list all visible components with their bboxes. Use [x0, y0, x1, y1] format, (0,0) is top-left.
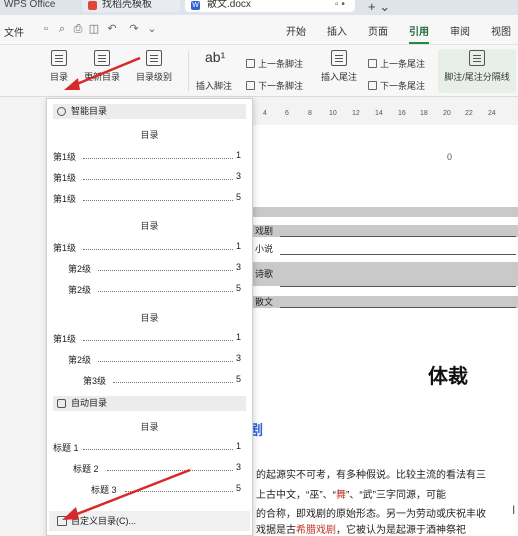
- annotation-arrows: [62, 56, 191, 520]
- arrow-to-toc-button-icon: [64, 56, 141, 90]
- arrow-to-custom-toc-icon: [62, 468, 191, 520]
